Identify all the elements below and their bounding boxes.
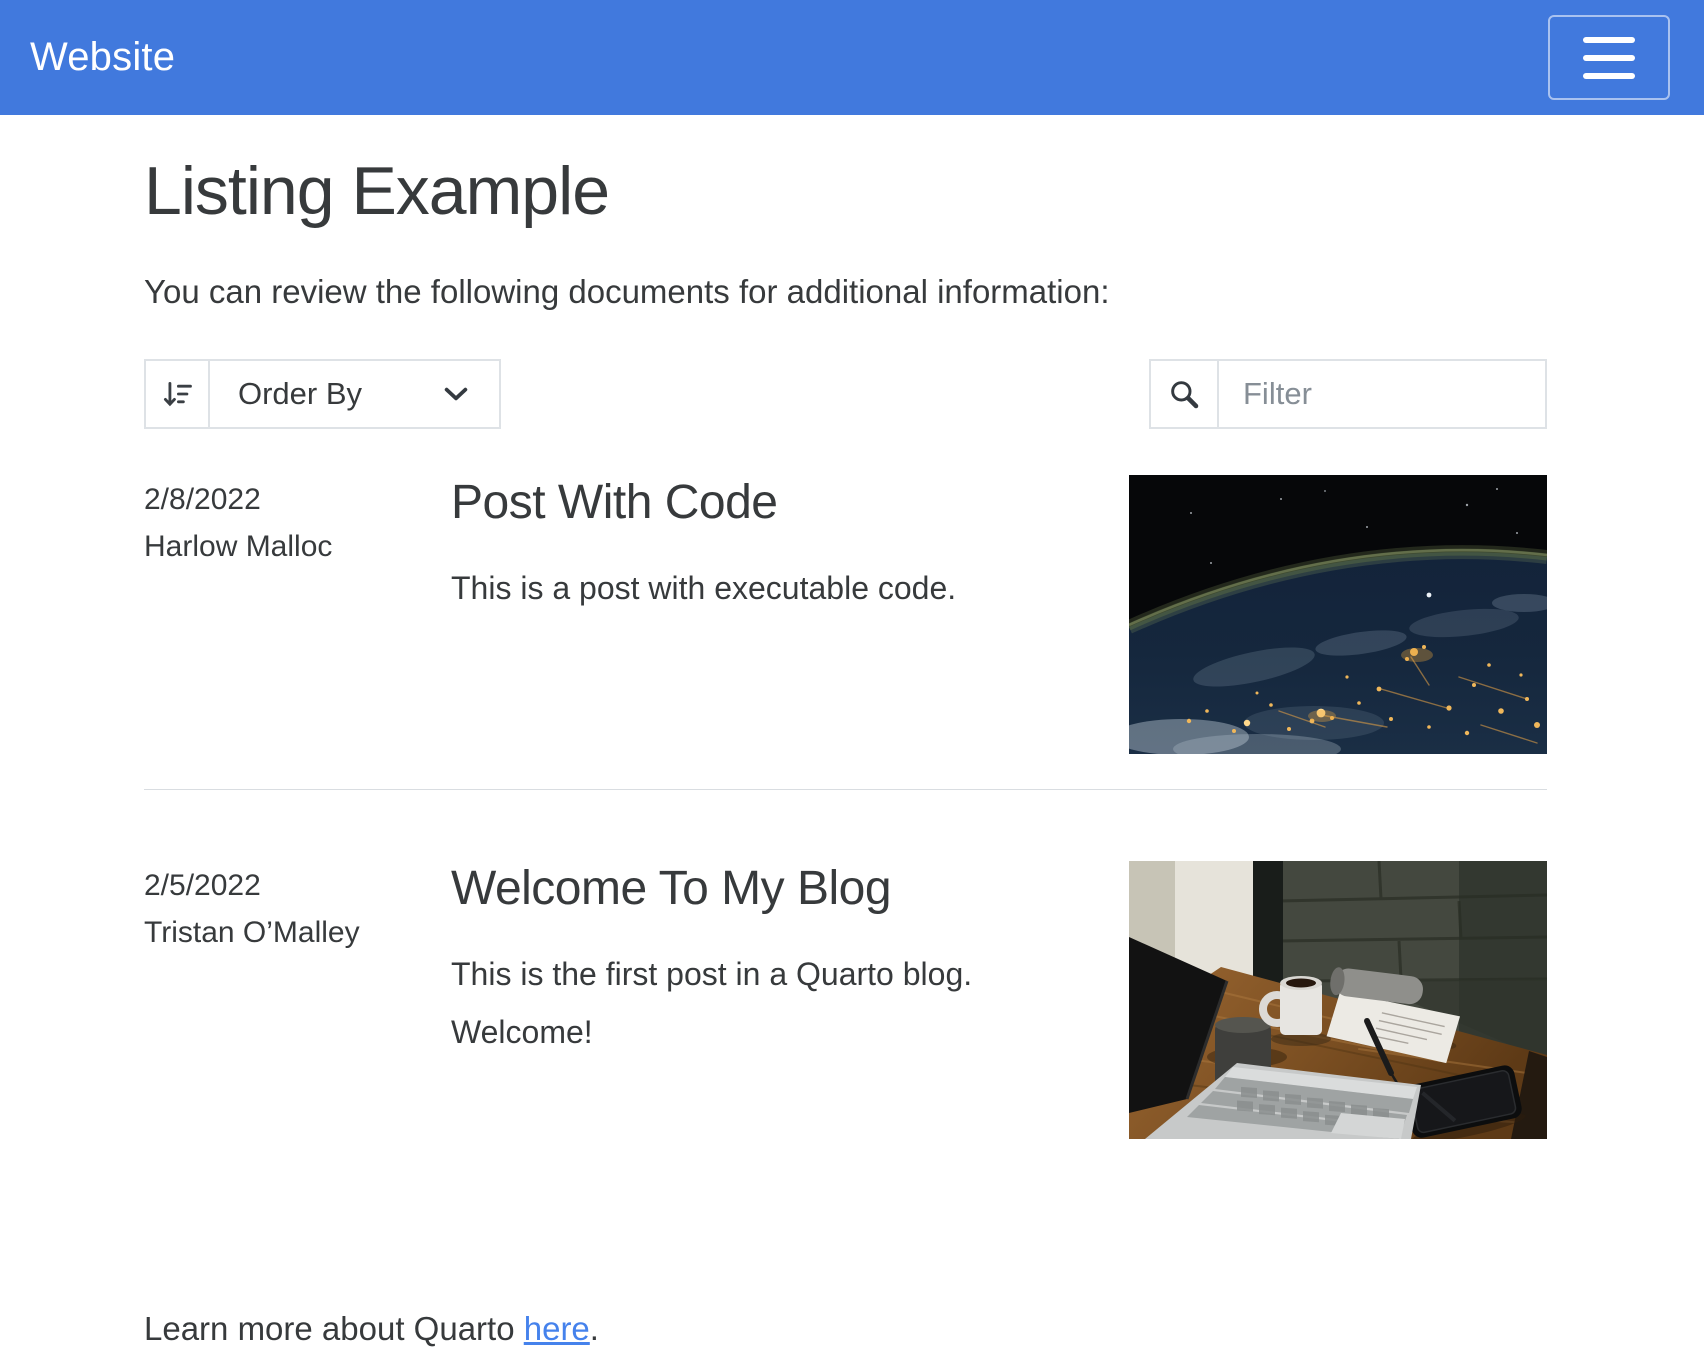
listing-toolbar: Order By bbox=[144, 359, 1547, 429]
sort-descending-icon bbox=[146, 361, 210, 427]
page-title: Listing Example bbox=[144, 151, 1547, 233]
footer-text: Learn more about Quarto here. bbox=[144, 1310, 1547, 1348]
footer-suffix: . bbox=[590, 1310, 599, 1347]
post-title-link[interactable]: Post With Code bbox=[451, 475, 777, 530]
listing-body: Welcome To My Blog This is the first pos… bbox=[451, 861, 1106, 1061]
intro-text: You can review the following documents f… bbox=[144, 269, 1547, 315]
filter-input[interactable] bbox=[1219, 361, 1545, 427]
order-by-dropdown[interactable]: Order By bbox=[144, 359, 501, 429]
post-description: This is a post with executable code. bbox=[451, 560, 1106, 618]
footer-prefix: Learn more about Quarto bbox=[144, 1310, 524, 1347]
filter-search-group bbox=[1149, 359, 1547, 429]
order-by-label: Order By bbox=[210, 361, 441, 427]
post-thumbnail-link[interactable] bbox=[1129, 861, 1547, 1139]
listing-body: Post With Code This is a post with execu… bbox=[451, 475, 1106, 618]
post-date: 2/8/2022 bbox=[144, 481, 428, 519]
listing-item: 2/5/2022 Tristan O’Malley Welcome To My … bbox=[144, 790, 1547, 1174]
post-description: This is the first post in a Quarto blog.… bbox=[451, 946, 1106, 1061]
hamburger-icon bbox=[1583, 37, 1635, 43]
quarto-link[interactable]: here bbox=[524, 1310, 590, 1347]
hamburger-icon bbox=[1583, 73, 1635, 79]
main-content: Listing Example You can review the follo… bbox=[144, 151, 1547, 1348]
post-author: Tristan O’Malley bbox=[144, 914, 428, 952]
post-thumbnail-link[interactable] bbox=[1129, 475, 1547, 754]
chevron-down-icon bbox=[441, 361, 499, 427]
earth-from-space-at-night-photo bbox=[1129, 475, 1547, 754]
navbar-brand[interactable]: Website bbox=[30, 35, 175, 80]
navbar-toggler-button[interactable] bbox=[1548, 15, 1670, 100]
hamburger-icon bbox=[1583, 55, 1635, 61]
listing-item: 2/8/2022 Harlow Malloc Post With Code Th… bbox=[144, 429, 1547, 790]
listing-metadata: 2/8/2022 Harlow Malloc bbox=[144, 475, 428, 566]
search-icon bbox=[1151, 361, 1219, 427]
navbar: Website bbox=[0, 0, 1704, 115]
post-title-link[interactable]: Welcome To My Blog bbox=[451, 861, 891, 916]
post-author: Harlow Malloc bbox=[144, 528, 428, 566]
desk-laptop-coffee-notepad-phone-photo bbox=[1129, 861, 1547, 1139]
post-date: 2/5/2022 bbox=[144, 867, 428, 905]
listing-metadata: 2/5/2022 Tristan O’Malley bbox=[144, 861, 428, 952]
